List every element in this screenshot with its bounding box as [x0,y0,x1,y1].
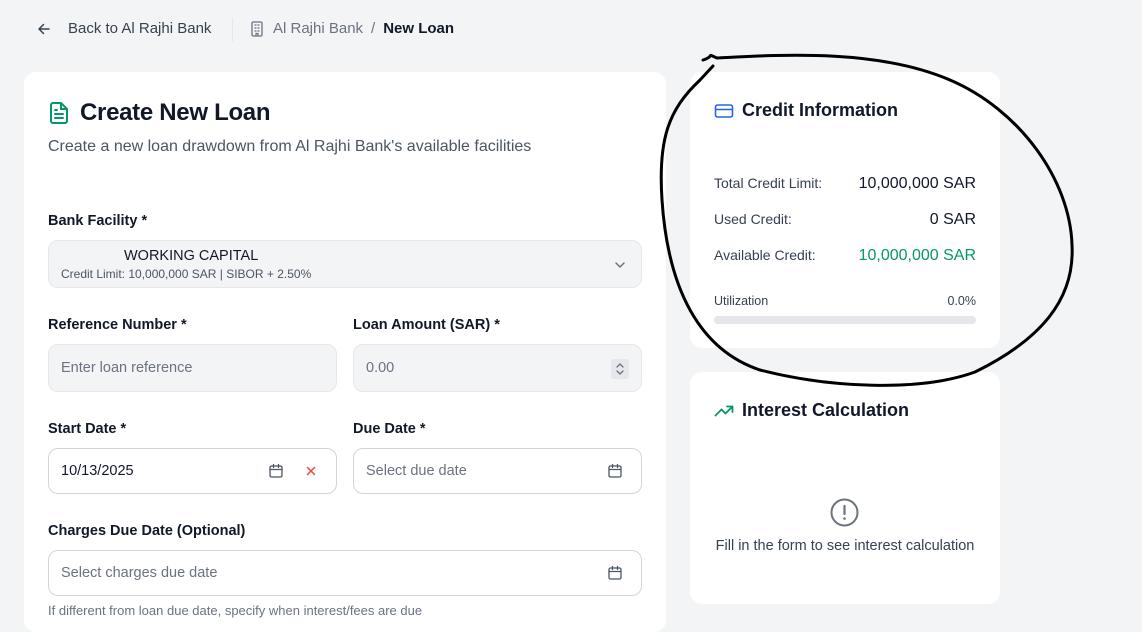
building-icon [251,20,263,37]
breadcrumb-separator: / [371,20,376,37]
divider [232,18,233,42]
file-text-icon [50,102,68,124]
breadcrumb-current: New Loan [383,20,455,37]
number-stepper-icon[interactable] [611,359,629,379]
utilization-bar [714,316,976,324]
form-header: Create New Loan [48,99,271,127]
reference-placeholder: Enter loan reference [61,360,193,376]
amount-placeholder: 0.00 [366,360,395,376]
used-credit-value: 0 SAR [929,211,976,228]
calendar-icon[interactable] [607,565,623,581]
start-date-input[interactable]: 10/13/2025 [48,448,337,494]
breadcrumb-bank[interactable]: Al Rajhi Bank [273,20,363,37]
utilization-label: Utilization [714,294,769,308]
breadcrumb: Al Rajhi Bank / New Loan [250,20,454,37]
available-credit-label: Available Credit: [714,247,816,263]
total-credit-label: Total Credit Limit: [714,175,823,191]
amount-input[interactable]: 0.00 [353,344,642,392]
chevron-down-icon [615,262,625,268]
facility-selected-value: WORKING CAPITAL [124,248,259,264]
arrow-left-icon [38,23,50,34]
page-title: Create New Loan [80,99,271,126]
charges-due-date-hint: If different from loan due date, specify… [48,603,423,618]
calendar-icon[interactable] [607,463,623,479]
credit-information-card: Credit Information Total Credit Limit: 1… [690,72,1000,348]
create-loan-form-card: Create New Loan Create a new loan drawdo… [24,72,666,632]
available-credit-value: 10,000,000 SAR [858,247,976,264]
amount-label: Loan Amount (SAR) * [353,317,500,333]
reference-input[interactable]: Enter loan reference [48,344,337,392]
top-bar: Back to Al Rajhi Bank Al Rajhi Bank / Ne… [0,0,1142,62]
utilization-row: Utilization 0.0% [714,294,976,308]
trending-up-icon [714,405,734,416]
calendar-icon[interactable] [268,463,284,479]
facility-label: Bank Facility * [48,213,148,229]
facility-detail: Credit Limit: 10,000,000 SAR | SIBOR + 2… [61,267,312,281]
page-subtitle: Create a new loan drawdown from Al Rajhi… [48,138,532,155]
start-date-label: Start Date * [48,421,127,437]
interest-header: Interest Calculation [714,400,909,421]
back-link[interactable]: Back to Al Rajhi Bank [36,20,211,37]
back-link-label: Back to Al Rajhi Bank [68,20,212,37]
credit-title: Credit Information [742,100,898,120]
used-credit-label: Used Credit: [714,211,792,227]
interest-calculation-card: Interest Calculation Fill in the form to… [690,372,1000,604]
interest-empty-message: Fill in the form to see interest calcula… [715,538,975,554]
clear-icon[interactable] [305,465,317,477]
due-date-label: Due Date * [353,421,426,437]
reference-label: Reference Number * [48,317,187,333]
utilization-value: 0.0% [947,294,977,308]
total-credit-row: Total Credit Limit: 10,000,000 SAR [714,175,976,193]
start-date-value: 10/13/2025 [61,463,134,479]
charges-due-date-input[interactable]: Select charges due date [48,550,642,596]
credit-card-icon [714,103,734,118]
total-credit-value: 10,000,000 SAR [858,175,976,192]
due-date-placeholder: Select due date [366,463,467,479]
alert-circle-icon [830,498,859,527]
charges-due-date-label: Charges Due Date (Optional) [48,523,246,539]
available-credit-row: Available Credit: 10,000,000 SAR [714,247,976,265]
interest-title: Interest Calculation [742,400,910,420]
charges-due-date-placeholder: Select charges due date [61,565,218,581]
facility-select[interactable]: WORKING CAPITAL Credit Limit: 10,000,000… [48,240,642,288]
used-credit-row: Used Credit: 0 SAR [714,211,976,229]
credit-header: Credit Information [714,100,898,121]
due-date-input[interactable]: Select due date [353,448,642,494]
